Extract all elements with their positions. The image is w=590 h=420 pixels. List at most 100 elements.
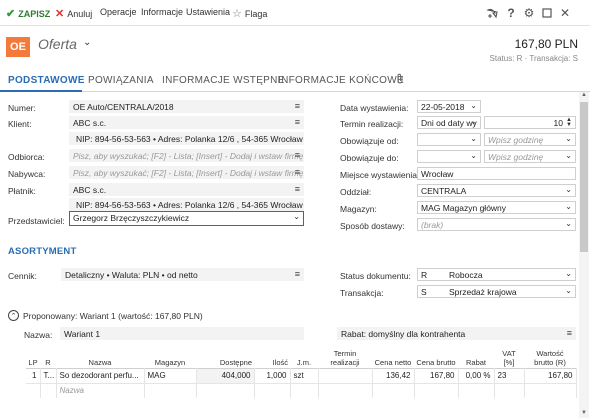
chevron-down-icon[interactable]: ⌄ — [83, 37, 91, 48]
check-icon: ✔ — [6, 8, 16, 20]
cell-name[interactable]: So dezodorant perfu... — [56, 368, 145, 383]
transaction-select[interactable]: S Sprzedaż krajowa ⌄ — [417, 285, 576, 298]
col-header[interactable]: Wartość brutto (R) — [524, 346, 576, 368]
save-button[interactable]: ✔ ZAPISZ — [6, 7, 50, 20]
col-header[interactable]: R — [40, 346, 56, 368]
col-header[interactable]: LP — [26, 346, 40, 368]
menu-icon[interactable]: ≡ — [295, 167, 300, 177]
term-mode-select[interactable]: Dni od daty wy ⌄ — [417, 116, 481, 129]
client-field[interactable]: ABC s.c. ≡ — [69, 116, 304, 129]
cell-gross-price[interactable]: 167,80 — [414, 368, 459, 383]
cancel-button[interactable]: ✕ Anuluj — [55, 7, 92, 20]
number-field[interactable]: OE Auto/CENTRALA/2018 ≡ — [69, 100, 304, 113]
scrollbar-thumb[interactable] — [580, 102, 588, 252]
recipient-input[interactable]: Pisz, aby wyszukać; [F2] - Lista; [Inser… — [69, 149, 304, 162]
chevron-down-icon: ⌄ — [565, 185, 572, 194]
variant-name-input[interactable]: Wariant 1 — [60, 327, 304, 340]
empty-cell — [40, 383, 57, 398]
doc-status-select[interactable]: R Robocza ⌄ — [417, 268, 576, 281]
vertical-scrollbar[interactable]: ▲ ▼ — [579, 92, 589, 418]
empty-cell — [458, 383, 495, 398]
valid-from-date[interactable]: ⌄ — [417, 133, 481, 146]
col-header[interactable]: Dostępne — [196, 346, 254, 368]
recipient-label: Odbiorca: — [8, 152, 45, 162]
scroll-up-icon[interactable]: ▲ — [580, 92, 588, 100]
empty-cell — [144, 383, 197, 398]
menu-icon[interactable]: ≡ — [295, 150, 300, 160]
cell-net-price[interactable]: 136,42 — [372, 368, 415, 383]
add-shortcut-icon[interactable] — [484, 5, 500, 21]
place-input[interactable]: Wrocław — [417, 167, 576, 180]
menu-icon[interactable]: ≡ — [295, 184, 300, 194]
menu-icon[interactable]: ≡ — [295, 101, 300, 111]
tab-informacje-wstepne[interactable]: INFORMACJE WSTĘPNE — [162, 75, 285, 86]
client-label: Klient: — [8, 119, 32, 129]
chevron-down-icon: ⌄ — [470, 134, 477, 143]
cell-quantity[interactable]: 1,000 — [254, 368, 291, 383]
col-header[interactable]: J.m. — [290, 346, 318, 368]
tab-informacje-koncowe[interactable]: INFORMACJE KOŃCOWE — [278, 75, 404, 86]
settings-menu[interactable]: Ustawienia — [186, 7, 230, 17]
representative-label: Przedstawiciel: — [8, 216, 65, 226]
new-row-name-input[interactable]: Nazwa — [56, 383, 145, 398]
page-title: Oferta — [38, 36, 77, 52]
representative-select[interactable]: Grzegorz Brzęczyszczykiewicz ⌄ — [69, 211, 304, 226]
col-header[interactable]: VAT [%] — [494, 346, 524, 368]
scroll-down-icon[interactable]: ▼ — [580, 410, 588, 418]
discount-field[interactable]: Rabat: domyślny dla kontrahenta ≡ — [337, 327, 576, 340]
pricelist-field[interactable]: Detaliczny • Waluta: PLN • od netto ≡ — [61, 268, 304, 281]
col-header[interactable]: Nazwa — [56, 346, 144, 368]
warehouse-select[interactable]: MAG Magazyn główny ⌄ — [417, 201, 576, 214]
buyer-input[interactable]: Pisz, aby wyszukać; [F2] - Lista; [Inser… — [69, 166, 304, 179]
cell-vat[interactable]: 23 — [494, 368, 525, 383]
menu-icon[interactable]: ≡ — [295, 269, 300, 279]
cell-gross-value: 167,80 — [524, 368, 577, 383]
col-header[interactable]: Magazyn — [144, 346, 196, 368]
collapse-variant-icon[interactable]: ⌃ — [8, 310, 19, 321]
delivery-label: Sposób dostawy: — [340, 221, 405, 231]
issue-date-label: Data wystawienia: — [340, 103, 409, 113]
cell-unit[interactable]: szt — [290, 368, 319, 383]
term-label: Termin realizacji: — [340, 119, 404, 129]
warehouse-label: Magazyn: — [340, 204, 377, 214]
term-days-stepper[interactable]: 10 ▲ ▼ — [484, 116, 576, 129]
branch-select[interactable]: CENTRALA ⌄ — [417, 184, 576, 197]
cell-discount[interactable]: 0,00 % — [458, 368, 495, 383]
valid-to-label: Obowiązuje do: — [340, 153, 399, 163]
close-window-icon[interactable]: ✕ — [557, 5, 573, 21]
cell-term[interactable] — [318, 368, 373, 383]
gear-icon[interactable]: ⚙ — [521, 5, 537, 21]
tab-bar: PODSTAWOWE POWIĄZANIA INFORMACJE WSTĘPNE… — [0, 70, 590, 92]
menu-icon[interactable]: ≡ — [567, 328, 572, 338]
empty-cell — [414, 383, 459, 398]
stepper-arrows-icon[interactable]: ▲ ▼ — [566, 117, 572, 128]
document-type-badge: OE — [6, 37, 30, 57]
col-header[interactable]: Cena brutto — [414, 346, 458, 368]
col-header[interactable]: Rabat — [458, 346, 494, 368]
table-row[interactable]: 1 T... So dezodorant perfu... MAG 404,00… — [26, 368, 577, 383]
flag-button[interactable]: ☆ Flaga — [232, 7, 267, 20]
empty-cell — [196, 383, 255, 398]
cell-warehouse[interactable]: MAG — [144, 368, 197, 383]
menu-icon[interactable]: ≡ — [295, 117, 300, 127]
close-icon: ✕ — [55, 8, 65, 20]
issue-date-field[interactable]: 22-05-2018 ⌄ — [417, 100, 481, 113]
help-icon[interactable]: ? — [503, 5, 519, 21]
empty-cell — [290, 383, 319, 398]
new-row[interactable]: Nazwa — [26, 383, 577, 398]
attachment-icon[interactable] — [396, 73, 405, 88]
maximize-icon[interactable] — [539, 5, 555, 21]
col-header[interactable]: Ilość — [254, 346, 290, 368]
valid-from-hour[interactable]: Wpisz godzinę ⌄ — [484, 133, 576, 146]
col-header[interactable]: Termin realizacji — [318, 346, 372, 368]
empty-cell — [254, 383, 291, 398]
payer-field[interactable]: ABC s.c. ≡ — [69, 183, 304, 196]
delivery-select[interactable]: (brak) ⌄ — [417, 218, 576, 231]
valid-to-hour[interactable]: Wpisz godzinę ⌄ — [484, 150, 576, 163]
col-header[interactable]: Cena netto — [372, 346, 414, 368]
tab-podstawowe[interactable]: PODSTAWOWE — [8, 75, 85, 86]
information-menu[interactable]: Informacje — [141, 7, 183, 17]
tab-powiazania[interactable]: POWIĄZANIA — [88, 75, 154, 86]
valid-to-date[interactable]: ⌄ — [417, 150, 481, 163]
operations-menu[interactable]: Operacje — [100, 7, 137, 17]
